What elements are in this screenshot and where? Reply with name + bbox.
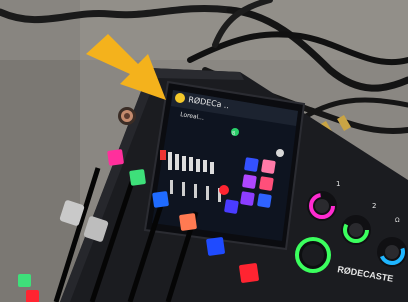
main-encoder[interactable] [295,237,331,273]
knob-3[interactable] [377,237,407,267]
knob-1-label: 1 [336,180,340,188]
meter-3 [175,154,179,170]
photo: RØDECa .. Loreal... 8 1 2 Ω RØDECASTE [0,0,408,302]
screen-pad-2 [261,159,276,174]
pad-blue-2[interactable] [206,237,225,256]
screen-badge: 8 [232,131,235,137]
screen-pad-7 [224,199,239,214]
record-button-icon[interactable] [219,185,229,195]
meter-6 [196,159,200,172]
knob-2-label: 2 [372,202,376,210]
screen-pad-6 [257,193,272,208]
photo-svg: RØDECa .. Loreal... 8 1 2 Ω RØDECASTE [0,0,408,302]
copper-button-center [124,113,130,119]
pad-orange[interactable] [179,213,197,231]
meter-7 [203,160,207,172]
screen-pad-5 [240,191,255,206]
pad-pink[interactable] [107,149,124,166]
meter-4 [182,156,186,171]
screen-fader-3 [194,184,197,198]
pad-red[interactable] [239,263,259,283]
screen-pad-3 [242,174,257,189]
meter-8 [210,162,214,174]
meter-2 [168,152,172,170]
screen-pad-4 [259,176,274,191]
meter-5 [189,157,193,171]
pad-blue[interactable] [152,191,169,208]
settings-gear-icon[interactable] [276,149,284,157]
pad-green[interactable] [129,169,146,186]
headphone-icon: Ω [395,217,400,224]
knob-1[interactable] [307,191,337,221]
pad-red-small[interactable] [26,290,39,302]
pad-green-small[interactable] [18,274,31,287]
screen-status-icon [175,93,185,103]
meter-1 [160,150,166,160]
knob-2[interactable] [341,215,371,245]
screen-fader-2 [182,182,185,196]
screen-pad-1 [244,157,259,172]
screen-fader-1 [170,180,173,194]
screen-fader-4 [206,186,209,200]
